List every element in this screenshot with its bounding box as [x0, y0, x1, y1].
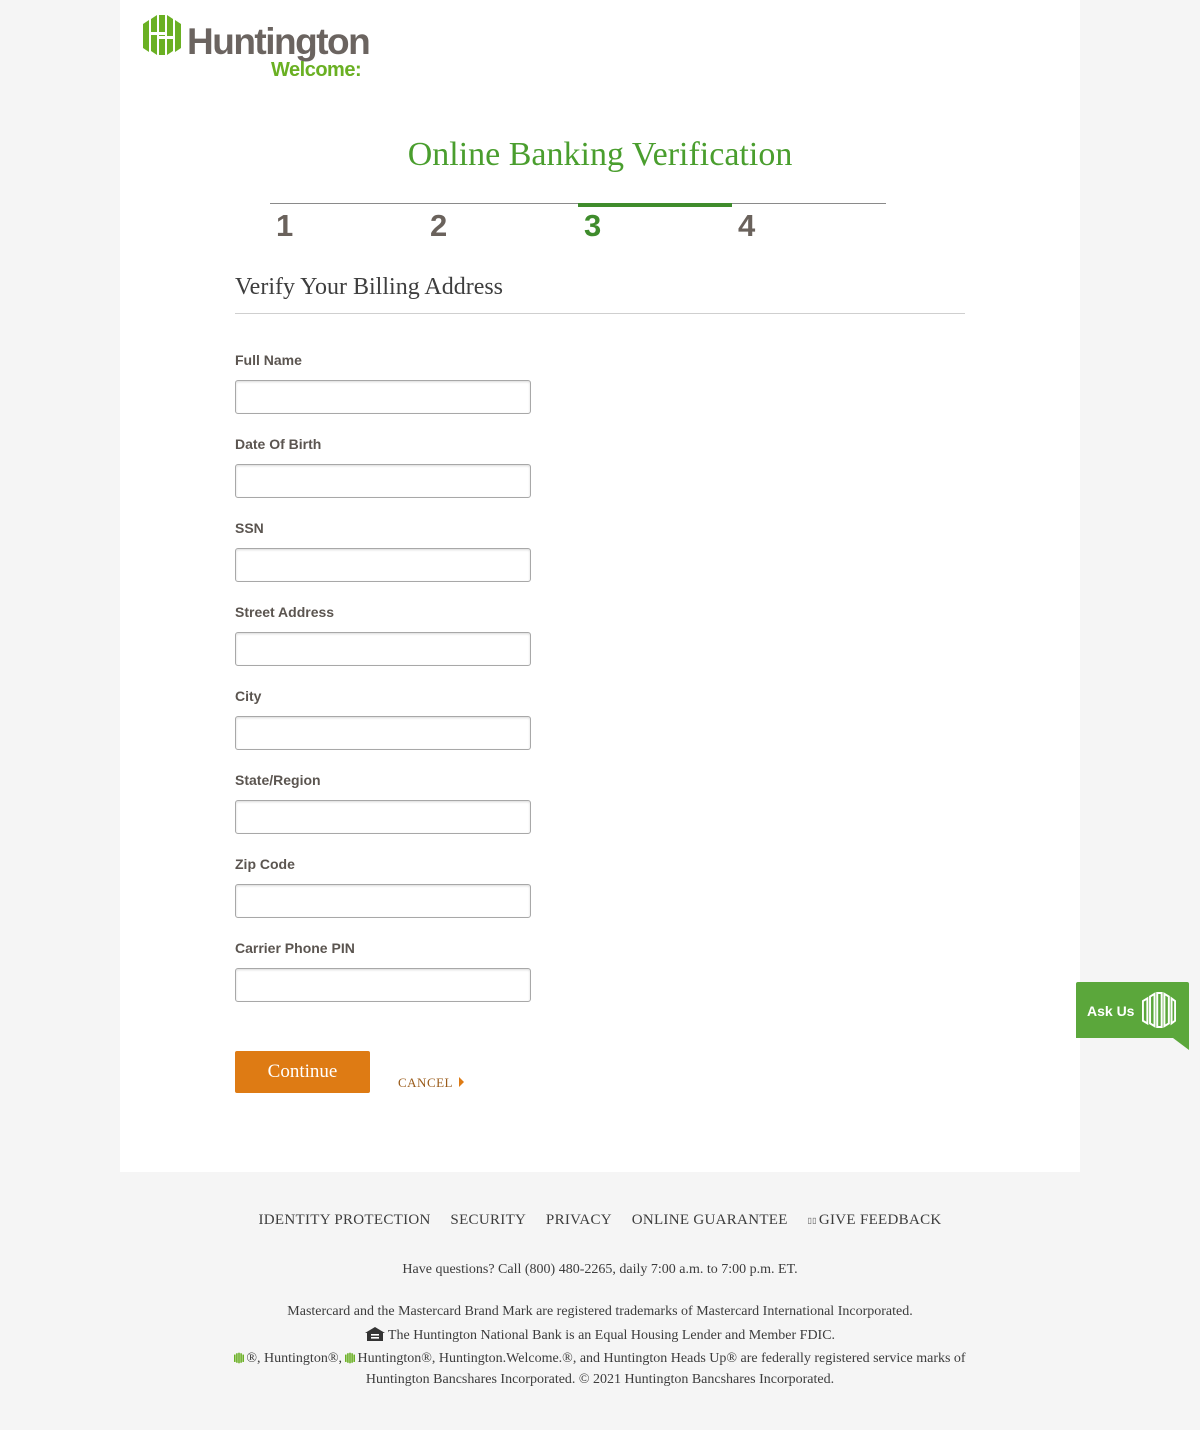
step-3-active: 3: [578, 203, 732, 247]
huntington-logo-icon: [143, 15, 181, 55]
city-input[interactable]: [235, 716, 531, 750]
cancel-link[interactable]: CANCEL: [398, 1075, 464, 1091]
step-number: 4: [738, 208, 756, 243]
huntington-logo[interactable]: Huntington Welcome:: [143, 14, 383, 81]
footer-fdic-line: The Huntington National Bank is an Equal…: [0, 1326, 1200, 1346]
date-of-birth-input[interactable]: [235, 464, 531, 498]
service-marks-part-1: ®, Huntington®,: [246, 1351, 346, 1366]
continue-button[interactable]: Continue: [235, 1051, 370, 1093]
step-number: 2: [430, 208, 448, 243]
street-address-input[interactable]: [235, 632, 531, 666]
section-title: Verify Your Billing Address: [235, 274, 504, 300]
city-label: City: [235, 688, 262, 704]
state-region-label: State/Region: [235, 772, 321, 788]
footer-link-identity-protection[interactable]: IDENTITY PROTECTION: [258, 1212, 430, 1228]
ssn-label: SSN: [235, 520, 264, 536]
footer-link-privacy[interactable]: PRIVACY: [546, 1212, 612, 1228]
cancel-label: CANCEL: [398, 1075, 453, 1090]
ask-us-button[interactable]: Ask Us: [1076, 982, 1189, 1038]
step-number: 3: [584, 208, 602, 243]
step-number: 1: [276, 208, 294, 243]
footer-service-marks: ®, Huntington®, Huntington®, Huntington.…: [220, 1348, 980, 1390]
page-title: Online Banking Verification: [407, 136, 793, 173]
caret-right-icon: [459, 1077, 464, 1087]
step-4: 4: [732, 204, 886, 244]
full-name-input[interactable]: [235, 380, 531, 414]
service-marks-part-2: Huntington®, Huntington.Welcome.®, and H…: [357, 1351, 966, 1387]
ask-us-label: Ask Us: [1087, 1003, 1135, 1019]
zip-code-input[interactable]: [235, 884, 531, 918]
footer-nav: IDENTITY PROTECTION SECURITY PRIVACY ONL…: [0, 1211, 1200, 1230]
state-region-input[interactable]: [235, 800, 531, 834]
huntington-logo-icon: [1142, 992, 1176, 1028]
ssn-input[interactable]: [235, 548, 531, 582]
step-1: 1: [270, 204, 424, 244]
equal-housing-icon: [364, 1327, 385, 1341]
zip-code-label: Zip Code: [235, 856, 295, 872]
footer-link-online-guarantee[interactable]: ONLINE GUARANTEE: [632, 1212, 788, 1228]
date-of-birth-label: Date Of Birth: [235, 436, 322, 452]
main-panel: Huntington Welcome: Online Banking Verif…: [120, 0, 1080, 1172]
carrier-phone-pin-label: Carrier Phone PIN: [235, 940, 355, 956]
street-address-label: Street Address: [235, 604, 335, 620]
footer-mastercard: Mastercard and the Mastercard Brand Mark…: [287, 1304, 913, 1319]
logo-wordmark: Huntington: [187, 21, 371, 62]
footer-questions: Have questions? Call (800) 480-2265, dai…: [402, 1262, 798, 1277]
full-name-label: Full Name: [235, 352, 302, 368]
footer-link-give-feedback[interactable]: ▯▯ GIVE FEEDBACK: [807, 1212, 941, 1228]
huntington-logo-icon: [345, 1352, 356, 1364]
section-divider: [235, 313, 965, 314]
footer-fdic: The Huntington National Bank is an Equal…: [387, 1328, 836, 1343]
huntington-logo-icon: [234, 1352, 245, 1364]
step-progress: 1 2 3 4: [270, 203, 886, 244]
logo-tagline: Welcome:: [271, 59, 362, 81]
step-2: 2: [424, 204, 578, 244]
footer-link-security[interactable]: SECURITY: [450, 1212, 526, 1228]
carrier-phone-pin-input[interactable]: [235, 968, 531, 1002]
ask-us-pointer: [1173, 1038, 1189, 1050]
give-feedback-label: GIVE FEEDBACK: [818, 1212, 942, 1228]
feedback-icon: ▯▯: [807, 1216, 817, 1225]
